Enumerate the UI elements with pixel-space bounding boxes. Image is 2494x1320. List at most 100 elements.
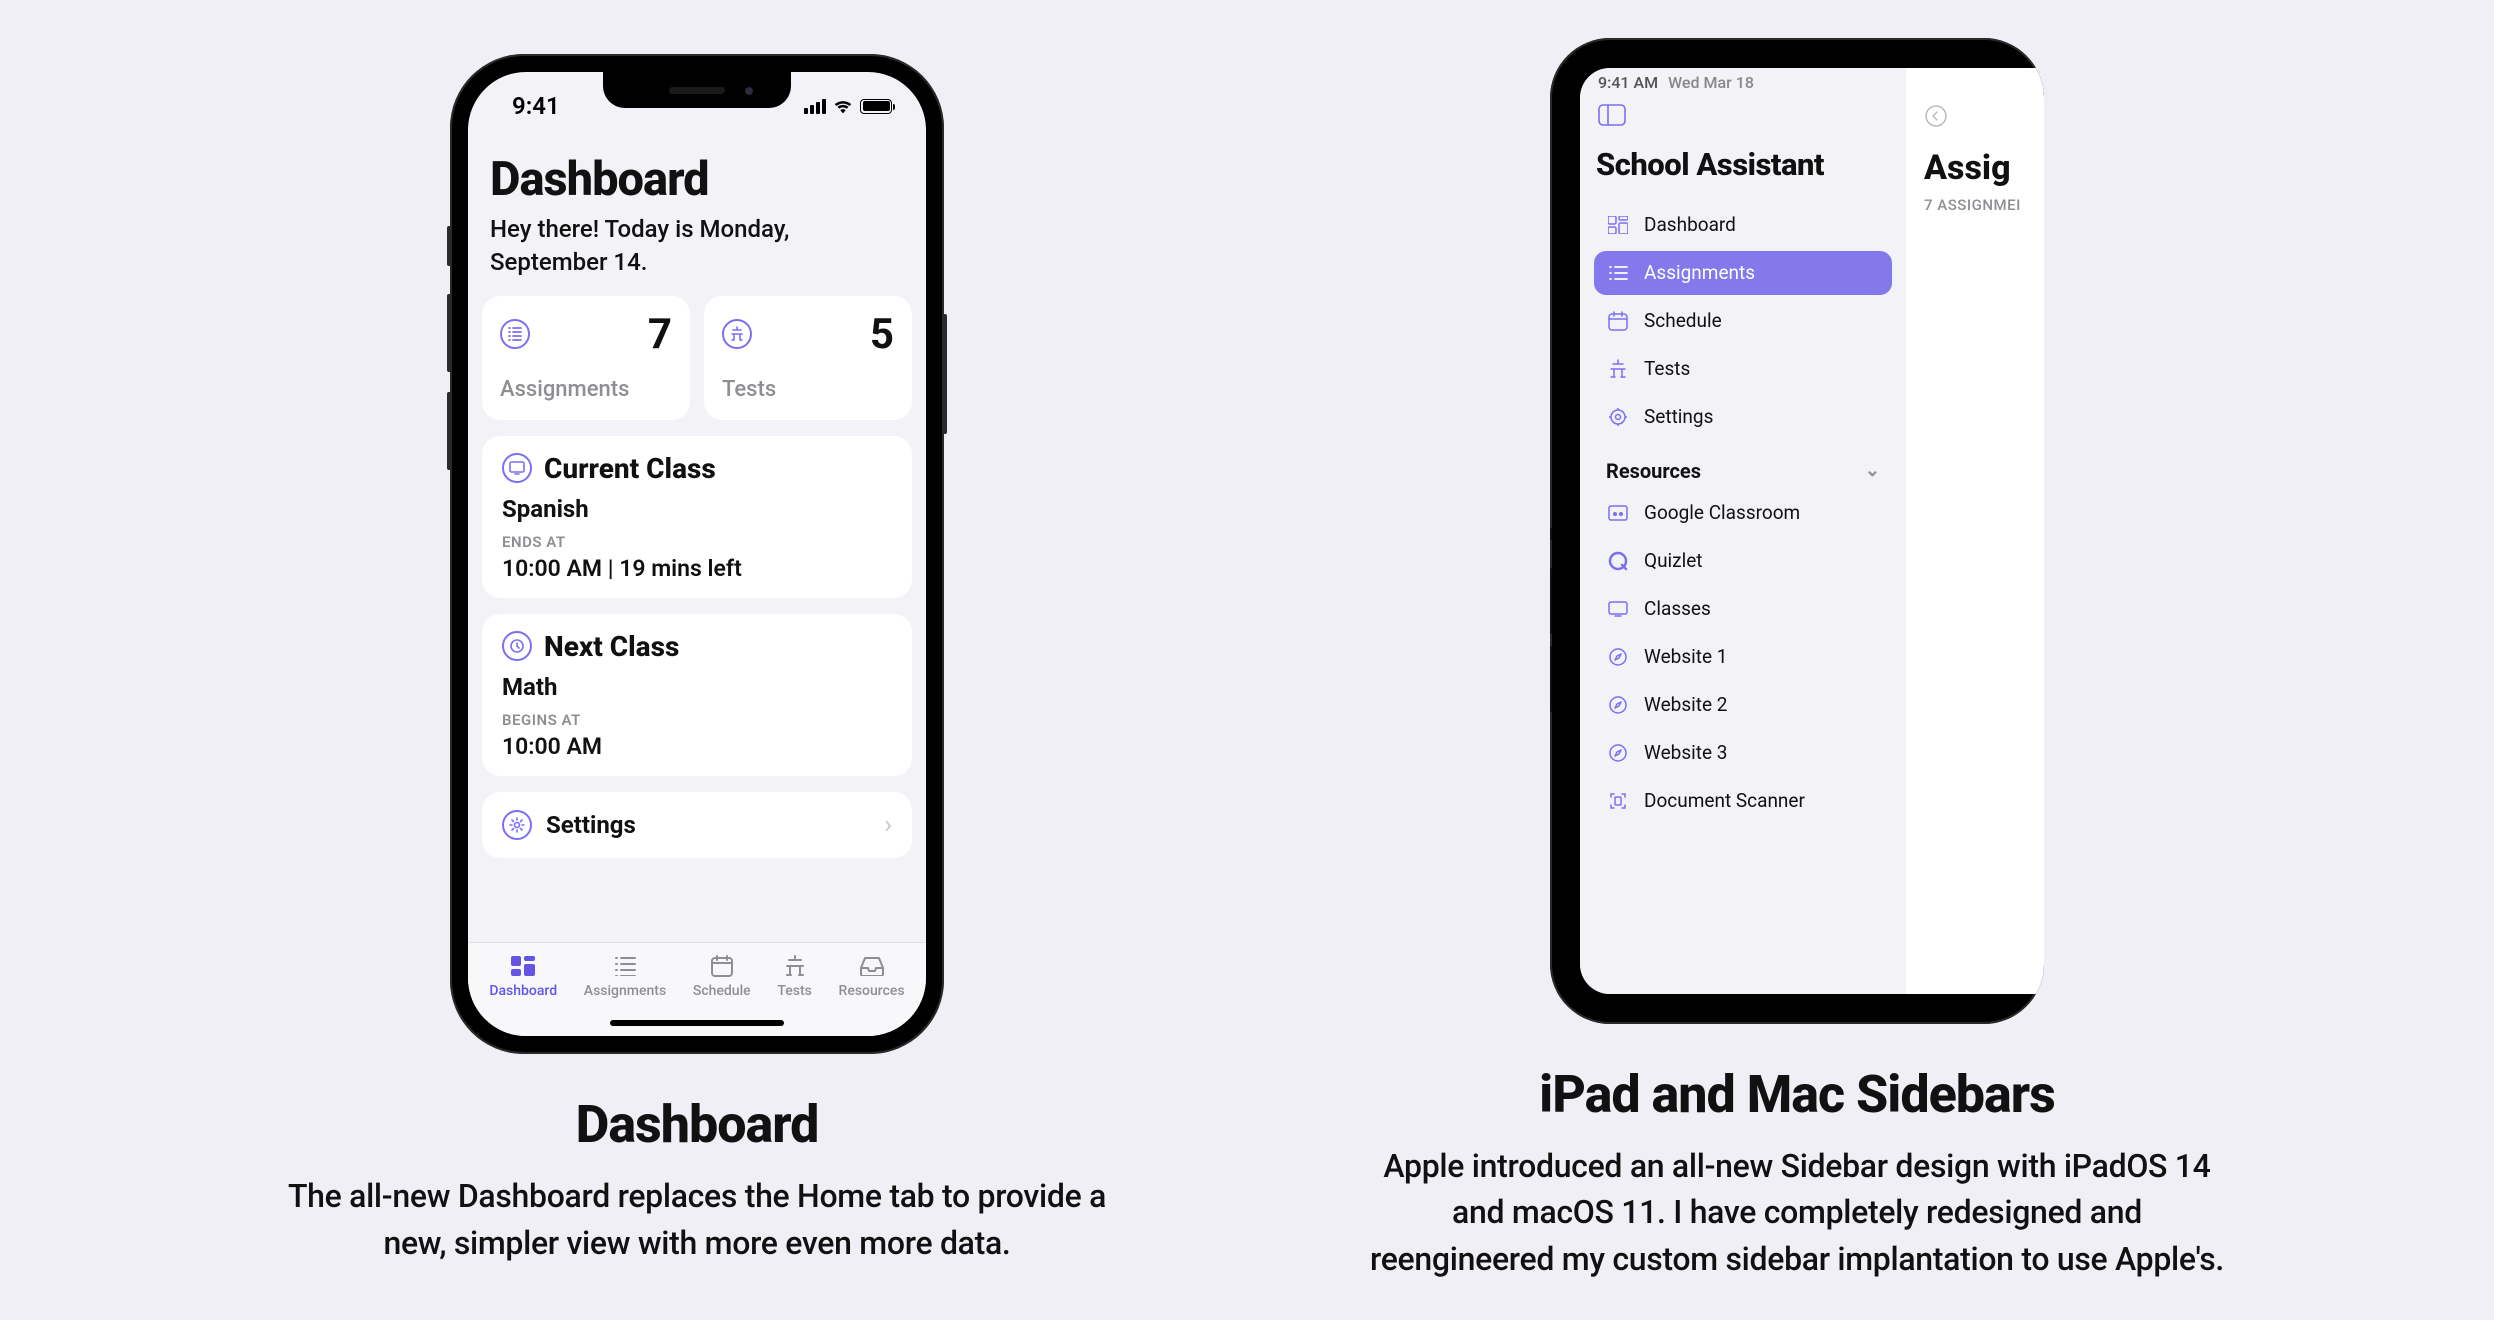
tab-schedule[interactable]: Schedule <box>693 953 751 1014</box>
scanner-icon <box>1606 789 1630 813</box>
settings-row[interactable]: Settings › <box>482 792 912 858</box>
meta-label: ENDS AT <box>502 533 892 551</box>
chevron-down-icon: ⌄ <box>1865 460 1880 481</box>
display-icon <box>1606 597 1630 621</box>
sidebar-item-schedule[interactable]: Schedule <box>1594 299 1892 343</box>
settings-label: Settings <box>546 811 636 839</box>
tab-label: Tests <box>777 983 811 999</box>
meta-value: 10:00 AM | 19 mins left <box>502 555 892 582</box>
sidebar-item-label: Website 1 <box>1644 645 1727 668</box>
chevron-right-icon: › <box>884 810 892 840</box>
iphone-frame: 9:41 Dashboard Hey there! Today is Monda… <box>450 54 944 1054</box>
iphone-notch <box>603 72 791 108</box>
list-icon <box>610 953 640 979</box>
stat-card-tests[interactable]: 5 Tests <box>704 296 912 420</box>
stat-card-assignments[interactable]: 7 Assignments <box>482 296 690 420</box>
tab-assignments[interactable]: Assignments <box>584 953 666 1014</box>
sidebar-item-assignments[interactable]: Assignments <box>1594 251 1892 295</box>
feature-description: The all-new Dashboard replaces the Home … <box>257 1173 1137 1266</box>
classroom-icon <box>1606 501 1630 525</box>
dashboard-icon <box>1606 213 1630 237</box>
back-icon[interactable] <box>1924 104 1948 128</box>
class-name: Math <box>502 673 892 701</box>
sidebar-title: School Assistant <box>1594 146 1892 183</box>
content-meta: 7 ASSIGNMEI <box>1924 196 2044 214</box>
sidebar-item-classroom[interactable]: Google Classroom <box>1594 491 1892 535</box>
section-label: Resources <box>1606 459 1701 483</box>
stat-label: Tests <box>722 377 894 402</box>
sidebar: School Assistant Dashboard Assignments S… <box>1580 68 1906 994</box>
sidebar-item-website2[interactable]: Website 2 <box>1594 683 1892 727</box>
list-icon <box>500 319 530 349</box>
card-heading: Current Class <box>544 452 716 485</box>
tray-icon <box>857 953 887 979</box>
stat-value: 5 <box>870 310 894 359</box>
content-pane: Assig 7 ASSIGNMEI <box>1906 68 2044 994</box>
sidebar-item-label: Document Scanner <box>1644 789 1805 812</box>
current-class-card[interactable]: Current Class Spanish ENDS AT 10:00 AM |… <box>482 436 912 598</box>
tab-label: Schedule <box>693 983 751 999</box>
feature-description: Apple introduced an all-new Sidebar desi… <box>1357 1143 2237 1282</box>
tab-tests[interactable]: Tests <box>777 953 811 1014</box>
sidebar-item-label: Classes <box>1644 597 1711 620</box>
status-indicators <box>804 98 892 114</box>
battery-icon <box>860 99 892 114</box>
status-time: 9:41 <box>512 92 560 120</box>
feature-dashboard: 9:41 Dashboard Hey there! Today is Monda… <box>257 54 1137 1266</box>
safari-icon <box>1606 645 1630 669</box>
home-indicator <box>610 1020 784 1026</box>
stat-label: Assignments <box>500 377 672 402</box>
desk-icon <box>1606 357 1630 381</box>
quizlet-icon <box>1606 549 1630 573</box>
feature-sidebar: 9:41 AM Wed Mar 18 School Assistant Dash… <box>1357 38 2237 1282</box>
sidebar-item-label: Schedule <box>1644 309 1722 332</box>
sidebar-item-dashboard[interactable]: Dashboard <box>1594 203 1892 247</box>
clock-icon <box>502 631 532 661</box>
next-class-card[interactable]: Next Class Math BEGINS AT 10:00 AM <box>482 614 912 776</box>
sidebar-toggle-icon[interactable] <box>1598 104 1626 126</box>
desk-icon <box>780 953 810 979</box>
class-name: Spanish <box>502 495 892 523</box>
sidebar-item-label: Dashboard <box>1644 213 1736 236</box>
sidebar-item-quizlet[interactable]: Quizlet <box>1594 539 1892 583</box>
meta-value: 10:00 AM <box>502 733 892 760</box>
desk-icon <box>722 319 752 349</box>
sidebar-item-label: Tests <box>1644 357 1690 380</box>
tab-resources[interactable]: Resources <box>839 953 905 1014</box>
tab-label: Assignments <box>584 983 666 999</box>
page-title: Dashboard <box>482 132 912 207</box>
sidebar-item-website3[interactable]: Website 3 <box>1594 731 1892 775</box>
sidebar-item-label: Assignments <box>1644 261 1755 284</box>
tab-dashboard[interactable]: Dashboard <box>489 953 557 1014</box>
gear-icon <box>502 810 532 840</box>
page-subtitle: Hey there! Today is Monday, September 14… <box>482 207 912 296</box>
ipad-status-bar: 9:41 AM Wed Mar 18 <box>1580 68 2044 94</box>
meta-label: BEGINS AT <box>502 711 892 729</box>
sidebar-item-tests[interactable]: Tests <box>1594 347 1892 391</box>
calendar-icon <box>1606 309 1630 333</box>
card-heading: Next Class <box>544 630 679 663</box>
sidebar-item-website1[interactable]: Website 1 <box>1594 635 1892 679</box>
status-time: 9:41 AM <box>1598 73 1658 94</box>
content-title: Assig <box>1924 148 2044 188</box>
sidebar-item-scanner[interactable]: Document Scanner <box>1594 779 1892 823</box>
sidebar-item-label: Settings <box>1644 405 1713 428</box>
tab-label: Dashboard <box>489 983 557 999</box>
dashboard-icon <box>508 953 538 979</box>
ipad-frame: 9:41 AM Wed Mar 18 School Assistant Dash… <box>1550 38 2044 1024</box>
wifi-icon <box>832 98 854 114</box>
list-icon <box>1606 261 1630 285</box>
signal-icon <box>804 99 826 114</box>
tab-label: Resources <box>839 983 905 999</box>
sidebar-item-classes[interactable]: Classes <box>1594 587 1892 631</box>
sidebar-section-resources[interactable]: Resources ⌄ <box>1594 443 1892 491</box>
status-date: Wed Mar 18 <box>1668 73 1754 94</box>
sidebar-item-label: Google Classroom <box>1644 501 1800 524</box>
gear-icon <box>1606 405 1630 429</box>
safari-icon <box>1606 741 1630 765</box>
sidebar-item-label: Website 2 <box>1644 693 1727 716</box>
feature-title: iPad and Mac Sidebars <box>1539 1064 2055 1125</box>
stat-value: 7 <box>648 310 672 359</box>
sidebar-item-settings[interactable]: Settings <box>1594 395 1892 439</box>
sidebar-item-label: Quizlet <box>1644 549 1703 572</box>
